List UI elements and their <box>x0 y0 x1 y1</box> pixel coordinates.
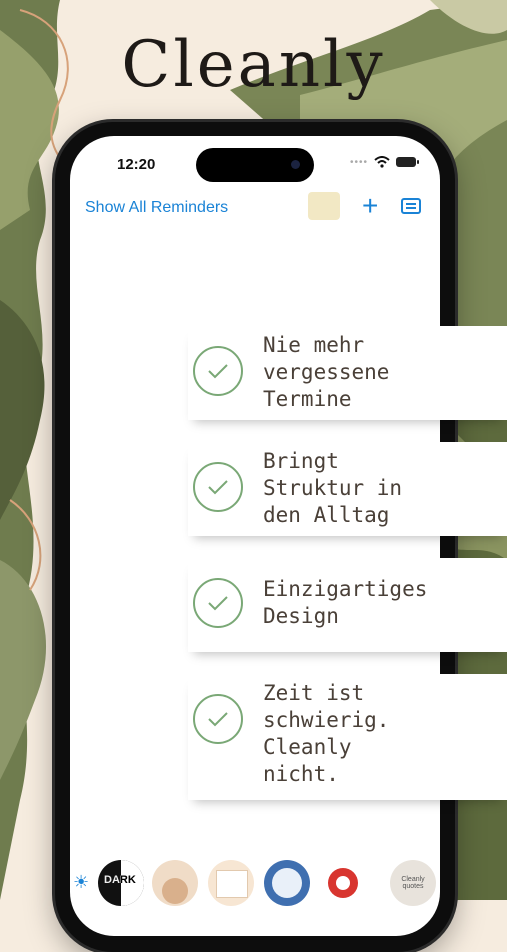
check-icon <box>193 578 243 628</box>
widget-dock: ☀ DARK Cleanly quotes <box>68 852 448 906</box>
show-all-reminders-button[interactable]: Show All Reminders <box>85 199 228 217</box>
feature-card: Bringt Struktur in den Alltag <box>188 442 507 536</box>
status-time: 12:20 <box>117 156 156 173</box>
check-icon <box>193 346 243 396</box>
battery-icon <box>396 157 419 167</box>
status-icons: •••• <box>349 156 419 168</box>
feature-card: Zeit ist schwierig. Cleanly nicht. <box>188 674 507 800</box>
widget-thumb-beige[interactable] <box>152 860 198 906</box>
widget-thumb-quotes[interactable]: Cleanly quotes <box>390 860 436 906</box>
feature-text: Nie mehr vergessene Termine <box>263 333 390 411</box>
phone-frame: 12:20 •••• Show All Reminders + <box>55 122 455 952</box>
feature-card: Einzigartiges Design <box>188 558 507 652</box>
widget-thumb-calendar[interactable] <box>208 860 254 906</box>
feature-text: Bringt Struktur in den Alltag <box>263 449 403 527</box>
widget-thumb-target[interactable] <box>320 860 366 906</box>
list-icon[interactable] <box>401 198 421 214</box>
widget-thumb-clock[interactable] <box>264 860 310 906</box>
plus-icon[interactable]: + <box>362 192 378 220</box>
check-icon <box>193 694 243 744</box>
check-icon <box>193 462 243 512</box>
feature-card: Nie mehr vergessene Termine <box>188 326 507 420</box>
feature-text: Einzigartiges Design <box>263 577 428 628</box>
signal-icon: •••• <box>349 156 368 168</box>
phone-screen: 12:20 •••• Show All Reminders + <box>70 136 440 936</box>
sun-icon[interactable]: ☀ <box>73 872 89 893</box>
widget-label: Cleanly quotes <box>401 876 425 890</box>
feature-text: Zeit ist schwierig. Cleanly nicht. <box>263 681 390 786</box>
dynamic-island <box>196 148 314 182</box>
widget-thumb-dark[interactable]: DARK <box>98 860 144 906</box>
camera-dot <box>291 160 300 169</box>
wifi-icon <box>374 156 390 168</box>
app-title: Cleanly <box>121 28 386 102</box>
calendar-thumbnail[interactable] <box>308 192 340 220</box>
widget-label: DARK <box>104 874 136 886</box>
